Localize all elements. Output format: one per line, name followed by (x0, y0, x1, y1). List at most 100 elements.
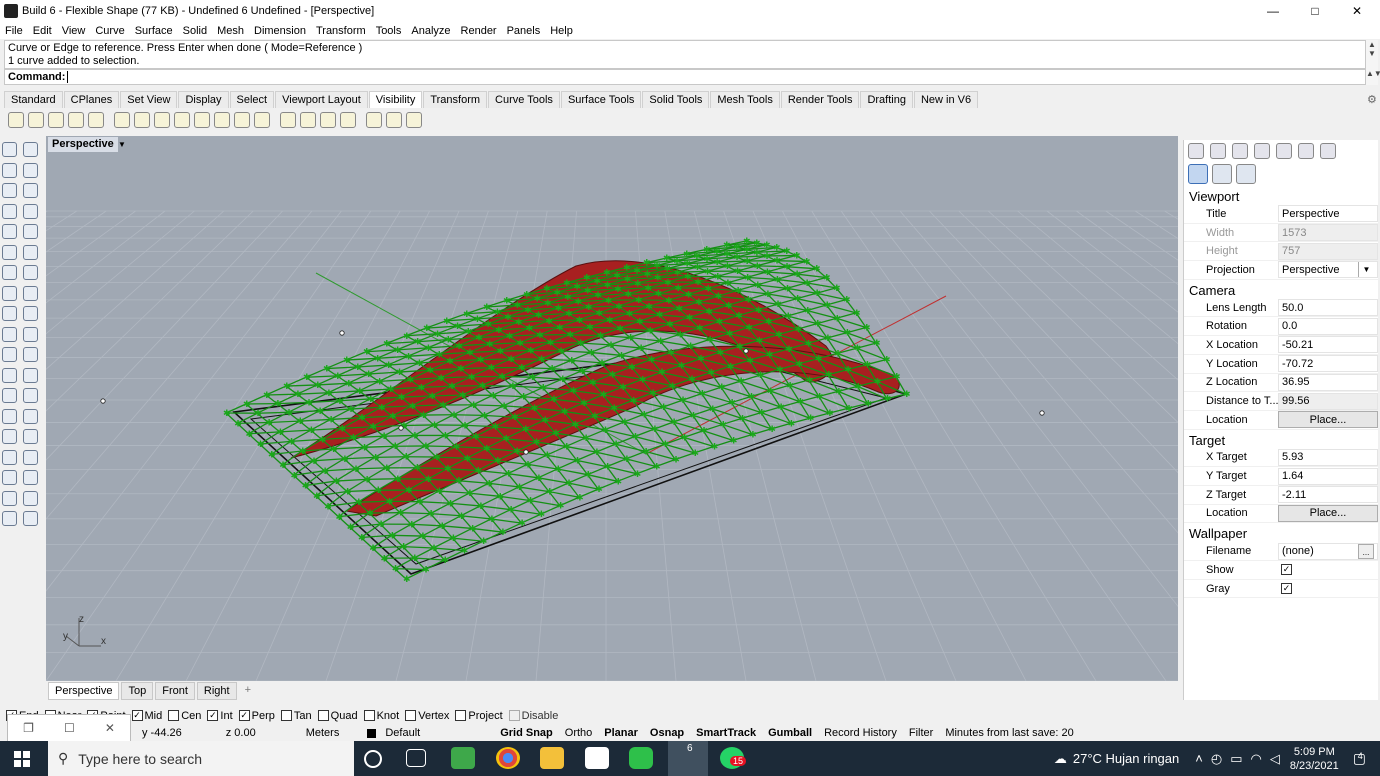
command-history-scrollbar[interactable]: ▲ ▼ (1366, 40, 1378, 69)
grasshopper-app-icon[interactable] (451, 747, 475, 769)
restore-icon[interactable]: ❐ (23, 721, 34, 735)
osnap-disable[interactable]: Disable (508, 710, 558, 722)
status-smarttrack[interactable]: SmartTrack (690, 727, 762, 739)
array-icon[interactable] (2, 470, 17, 485)
gray-checkbox[interactable]: ✓ (1281, 583, 1292, 595)
polygon-icon[interactable] (2, 203, 17, 219)
hatch-icon[interactable] (23, 449, 38, 465)
check-icon[interactable] (23, 470, 38, 485)
osnap-perp-checkbox[interactable]: ✓ (238, 710, 250, 721)
tab-standard[interactable]: Standard (4, 91, 63, 108)
viewport-canvas[interactable]: ✱✱✱✱✱✱✱✱✱✱✱✱✱✱✱✱✱✱✱✱✱✱✱✱✱✱✱✱✱✱✱✱✱✱✱✱✱✱✱✱… (46, 136, 1178, 681)
viewport-title-label[interactable]: Perspective (48, 137, 118, 152)
file-explorer-icon[interactable] (540, 747, 564, 769)
y-location-field[interactable]: -70.72 (1278, 355, 1378, 373)
projection-select[interactable]: Perspective ▼ (1278, 261, 1378, 279)
split-icon[interactable] (23, 347, 38, 362)
rhino-taskbar-button[interactable]: 6 (668, 741, 708, 776)
osnap-mid-checkbox[interactable]: ✓ (131, 710, 143, 721)
menu-dimension[interactable]: Dimension (249, 25, 311, 37)
tab-visibility[interactable]: Visibility (368, 91, 423, 108)
osnap-int-checkbox[interactable]: ✓ (207, 710, 219, 721)
fillet-curve-icon[interactable] (23, 224, 38, 239)
bulb-off-icon[interactable] (386, 112, 402, 128)
add-view-tab-button[interactable]: + (239, 682, 257, 700)
osnap-int[interactable]: ✓ Int (207, 710, 233, 722)
lock-toggle-icon[interactable] (154, 112, 170, 128)
menu-panels[interactable]: Panels (502, 25, 546, 37)
show-checkbox[interactable]: ✓ (1281, 564, 1292, 576)
polyline-icon[interactable] (2, 162, 17, 178)
menu-tools[interactable]: Tools (371, 25, 407, 37)
osnap-disable-checkbox[interactable] (508, 710, 520, 721)
battery-icon[interactable]: ▭ (1230, 751, 1242, 767)
curve-icon[interactable] (23, 162, 38, 178)
command-line-scrollbar[interactable]: ▲▼ (1366, 69, 1380, 85)
line-app-icon[interactable] (629, 747, 653, 769)
menu-analyze[interactable]: Analyze (406, 25, 455, 37)
tab-cplanes[interactable]: CPlanes (63, 91, 120, 108)
status-planar[interactable]: Planar (598, 727, 644, 739)
close-icon[interactable]: ✕ (1334, 0, 1380, 22)
rotation-field[interactable]: 0.0 (1278, 317, 1378, 335)
block-icon[interactable] (2, 449, 17, 465)
brush-icon[interactable] (1254, 143, 1270, 159)
perspective-viewport[interactable]: ✱ ✱ ✱ ✱ ✱ ✱ ✱ ✱ ✱ ✱ ✱ ✱ ✱ ✱ ✱ ✱ ✱ ✱ ✱ ✱ ✱ ✱ ✱ ✱ ✱ ✱ ✱ ✱ ✱ ✱ ✱ ✱ ✱ ✱ ✱ ✱ ✱ ✱ ✱ ✱… (46, 136, 1178, 681)
surface-corner-icon[interactable] (2, 265, 17, 280)
menu-render[interactable]: Render (456, 25, 502, 37)
select-arrow-icon[interactable] (2, 142, 17, 157)
notifications-icon[interactable]: ▢ 4 (1353, 750, 1366, 767)
align-icon[interactable] (23, 429, 38, 444)
view-tab-top[interactable]: Top (121, 682, 154, 700)
camera-icon[interactable] (1188, 164, 1208, 184)
menu-transform[interactable]: Transform (311, 25, 371, 37)
tab-mesh-tools[interactable]: Mesh Tools (710, 91, 780, 108)
hide-points-icon[interactable] (114, 112, 130, 128)
osnap-cen[interactable]: Cen (168, 710, 201, 722)
render-sphere-icon[interactable] (1232, 143, 1248, 159)
material-icon[interactable] (23, 367, 38, 383)
weather-text[interactable]: 27°C Hujan ringan (1073, 751, 1179, 766)
osnap-perp[interactable]: ✓ Perp (238, 710, 275, 722)
move-icon[interactable] (2, 388, 17, 403)
chevron-down-icon[interactable]: ▼ (1358, 262, 1374, 278)
ellipse-icon[interactable] (23, 183, 38, 198)
status-grid-snap[interactable]: Grid Snap (494, 727, 559, 739)
lock-all-icon[interactable] (254, 112, 270, 128)
osnap-project[interactable]: Project (455, 710, 503, 722)
menu-surface[interactable]: Surface (130, 25, 178, 37)
mesh-icon[interactable] (23, 306, 38, 321)
gear-icon[interactable]: ⚙ (1367, 93, 1377, 106)
menu-mesh[interactable]: Mesh (212, 25, 249, 37)
circle-icon[interactable] (2, 183, 17, 198)
frame-icon[interactable] (1212, 164, 1232, 184)
document-app-icon[interactable] (585, 747, 609, 769)
x-location-field[interactable]: -50.21 (1278, 336, 1378, 354)
render-icon[interactable] (2, 367, 17, 383)
osnap-project-checkbox[interactable] (455, 710, 467, 721)
tab-set-view[interactable]: Set View (120, 91, 178, 108)
tab-curve-tools[interactable]: Curve Tools (488, 91, 560, 108)
status-record-history[interactable]: Record History (818, 727, 903, 739)
osnap-quad-checkbox[interactable] (317, 710, 329, 721)
maximize-icon[interactable]: □ (1292, 0, 1338, 22)
wifi-icon[interactable]: ◠ (1250, 751, 1261, 767)
minimize-icon[interactable]: — (1250, 0, 1296, 22)
section-icon[interactable] (23, 490, 38, 506)
status-gumball[interactable]: Gumball (762, 727, 818, 739)
view-tab-right[interactable]: Right (196, 682, 237, 700)
view-tab-front[interactable]: Front (155, 682, 195, 700)
show-points-icon[interactable] (134, 112, 150, 128)
paint-bucket-icon[interactable] (23, 511, 38, 526)
windows-start-icon[interactable] (14, 751, 30, 767)
task-view-icon[interactable] (406, 749, 426, 767)
menu-solid[interactable]: Solid (178, 25, 212, 37)
osnap-knot[interactable]: Knot (363, 710, 399, 722)
tab-surface-tools[interactable]: Surface Tools (560, 91, 642, 108)
view-tab-perspective[interactable]: Perspective (48, 682, 120, 700)
network-icon[interactable]: ◴ (1211, 751, 1222, 767)
status-filter[interactable]: Filter (903, 727, 939, 739)
tab-solid-tools[interactable]: Solid Tools (642, 91, 710, 108)
target-place-button[interactable]: Place... (1278, 504, 1378, 522)
hide-icon[interactable] (28, 112, 44, 128)
